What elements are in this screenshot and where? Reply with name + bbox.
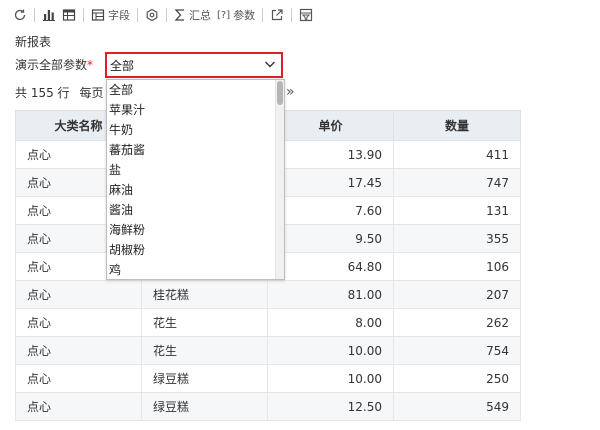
field-button[interactable]: 字段 xyxy=(88,5,133,25)
filter-button[interactable] xyxy=(296,5,316,25)
refresh-button[interactable] xyxy=(10,5,30,25)
table-cell: 桂花糕 xyxy=(141,280,268,309)
param-row: 演示全部参数* xyxy=(15,52,93,76)
table-cell: 747 xyxy=(393,168,521,197)
required-mark: * xyxy=(87,57,94,72)
table-cell: 点心 xyxy=(15,364,142,393)
table-cell: 250 xyxy=(393,364,521,393)
dropdown-option[interactable]: 苹果汁 xyxy=(107,100,284,120)
table-cell: 9.50 xyxy=(267,224,394,253)
row-count: 共 155 行 xyxy=(15,85,70,100)
toolbar-divider xyxy=(34,8,35,22)
table-cell: 点心 xyxy=(15,392,142,421)
param-dropdown-list[interactable]: 全部 苹果汁 牛奶 蕃茄酱 盐 麻油 酱油 海鲜粉 胡椒粉 鸡 xyxy=(106,79,285,280)
settings-button[interactable] xyxy=(142,5,162,25)
table-cell: 64.80 xyxy=(267,252,394,281)
table-cell: 10.00 xyxy=(267,364,394,393)
param-label-text: 演示全部参数 xyxy=(15,57,88,72)
table-cell: 13.90 xyxy=(267,140,394,169)
dropdown-option[interactable]: 酱油 xyxy=(107,200,284,220)
table-cell: 绿豆糕 xyxy=(141,364,268,393)
table-cell: 点心 xyxy=(15,280,142,309)
table-cell: 绿豆糕 xyxy=(141,392,268,421)
dropdown-option[interactable]: 全部 xyxy=(107,80,284,100)
sum-icon xyxy=(174,9,184,21)
table-cell: 754 xyxy=(393,336,521,365)
table-cell: 花生 xyxy=(141,308,268,337)
export-button[interactable] xyxy=(267,5,287,25)
dropdown-option[interactable]: 牛奶 xyxy=(107,120,284,140)
sum-button[interactable]: 汇总 xyxy=(171,5,214,25)
dropdown-option[interactable]: 蕃茄酱 xyxy=(107,140,284,160)
dropdown-option[interactable]: 鸡 xyxy=(107,260,284,279)
bar-chart-icon xyxy=(43,10,55,21)
dropdown-option[interactable]: 盐 xyxy=(107,160,284,180)
refresh-icon xyxy=(14,9,26,21)
table-cell: 17.45 xyxy=(267,168,394,197)
table-cell: 262 xyxy=(393,308,521,337)
table-cell: 12.50 xyxy=(267,392,394,421)
table-cell: 81.00 xyxy=(267,280,394,309)
table-row: 点心 桂花糕 81.00 207 xyxy=(15,280,521,309)
chevron-down-icon[interactable] xyxy=(264,59,276,69)
table-cell: 131 xyxy=(393,196,521,225)
pager: 共 155 行 每页 xyxy=(15,84,104,100)
param-button-label: 参数 xyxy=(233,9,256,22)
table-cell: 411 xyxy=(393,140,521,169)
dropdown-option[interactable]: 麻油 xyxy=(107,180,284,200)
table-row: 点心 绿豆糕 10.00 250 xyxy=(15,364,521,393)
dropdown-scrollbar[interactable] xyxy=(275,80,284,279)
toolbar-divider xyxy=(291,8,293,22)
next-page-button[interactable]: » xyxy=(286,84,295,100)
sum-button-label: 汇总 xyxy=(189,9,211,22)
table-cell: 点心 xyxy=(15,308,142,337)
settings-icon xyxy=(146,8,158,22)
table-button[interactable] xyxy=(59,5,79,25)
toolbar-divider xyxy=(166,8,167,22)
dropdown-option[interactable]: 胡椒粉 xyxy=(107,240,284,260)
param-button[interactable]: [?] 参数 xyxy=(214,5,258,25)
toolbar-divider xyxy=(83,8,84,22)
param-label: 演示全部参数* xyxy=(15,56,93,73)
table-cell: 355 xyxy=(393,224,521,253)
table-cell: 207 xyxy=(393,280,521,309)
table-cell: 106 xyxy=(393,252,521,281)
filter-icon xyxy=(300,8,313,22)
table-row: 点心 花生 10.00 754 xyxy=(15,336,521,365)
dropdown-option[interactable]: 海鲜粉 xyxy=(107,220,284,240)
table-row: 点心 花生 8.00 262 xyxy=(15,308,521,337)
table-cell: 点心 xyxy=(15,336,142,365)
param-select[interactable]: 全部 xyxy=(105,52,283,78)
field-button-label: 字段 xyxy=(108,9,130,22)
table-row: 点心 绿豆糕 12.50 549 xyxy=(15,392,521,421)
column-header[interactable]: 单价 xyxy=(267,110,394,141)
table-cell: 8.00 xyxy=(267,308,394,337)
table-cell: 花生 xyxy=(141,336,268,365)
field-icon xyxy=(91,9,105,21)
table-cell: 10.00 xyxy=(267,336,394,365)
report-title: 新报表 xyxy=(15,35,52,49)
scrollbar-thumb[interactable] xyxy=(277,81,283,105)
toolbar-divider xyxy=(262,8,264,22)
column-header[interactable]: 数量 xyxy=(393,110,521,141)
per-page-label: 每页 xyxy=(79,85,104,100)
chart-button[interactable] xyxy=(39,5,59,25)
param-select-value: 全部 xyxy=(110,59,135,73)
toolbar: 字段 汇总 [?] 参数 xyxy=(10,5,316,25)
table-icon xyxy=(62,9,76,21)
toolbar-divider xyxy=(137,8,138,22)
param-bracket-icon: [?] xyxy=(217,9,231,21)
export-icon xyxy=(272,9,283,21)
table-cell: 7.60 xyxy=(267,196,394,225)
table-cell: 549 xyxy=(393,392,521,421)
